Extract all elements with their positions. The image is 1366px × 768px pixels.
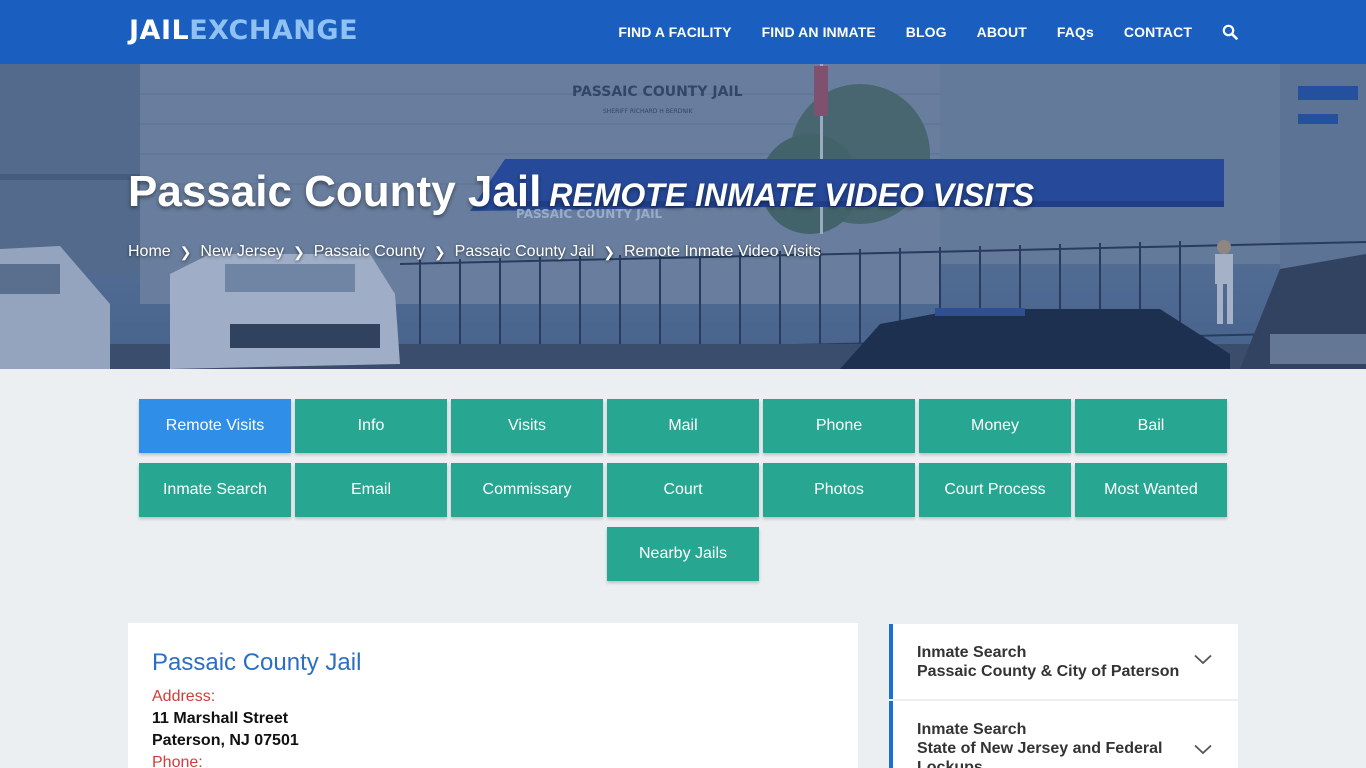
- btn-mail[interactable]: Mail: [607, 399, 759, 453]
- btn-photos[interactable]: Photos: [763, 463, 915, 517]
- address-line-2: Paterson, NJ 07501: [152, 732, 299, 749]
- page-title-sub: REMOTE INMATE VIDEO VISITS: [549, 177, 1035, 213]
- page-title: Passaic County Jail REMOTE INMATE VIDEO V…: [128, 167, 1034, 217]
- breadcrumb-current: Remote Inmate Video Visits: [624, 243, 821, 260]
- sidebar-item-title: Inmate Search: [917, 644, 1027, 661]
- sidebar-accordion-state-search[interactable]: Inmate Search State of New Jersey and Fe…: [889, 701, 1238, 768]
- nav-contact[interactable]: CONTACT: [1124, 24, 1192, 40]
- btn-info[interactable]: Info: [295, 399, 447, 453]
- hero-banner: PASSAIC COUNTY JAIL SHERIFF RICHARD H BE…: [0, 64, 1366, 369]
- btn-commissary[interactable]: Commissary: [451, 463, 603, 517]
- nav-find-inmate[interactable]: FIND AN INMATE: [762, 24, 876, 40]
- search-icon[interactable]: [1222, 24, 1238, 40]
- breadcrumb-county[interactable]: Passaic County: [314, 243, 425, 261]
- sidebar-item-title: Inmate Search: [917, 721, 1027, 738]
- breadcrumb-facility[interactable]: Passaic County Jail: [455, 243, 595, 261]
- btn-visits[interactable]: Visits: [451, 399, 603, 453]
- page-title-main: Passaic County Jail: [128, 167, 542, 216]
- nav-about[interactable]: ABOUT: [977, 24, 1027, 40]
- phone-label: Phone:: [152, 754, 203, 768]
- logo-text-jail: JAIL: [129, 15, 190, 46]
- chevron-right-icon: ❯: [293, 243, 305, 260]
- nav-find-facility[interactable]: FIND A FACILITY: [618, 24, 731, 40]
- btn-money[interactable]: Money: [919, 399, 1071, 453]
- btn-court-process[interactable]: Court Process: [919, 463, 1071, 517]
- breadcrumb: Home ❯ New Jersey ❯ Passaic County ❯ Pas…: [128, 243, 821, 261]
- facility-name: Passaic County Jail: [152, 649, 362, 676]
- breadcrumb-home[interactable]: Home: [128, 243, 171, 261]
- top-navbar: JAILEXCHANGE FIND A FACILITY FIND AN INM…: [0, 0, 1366, 64]
- btn-email[interactable]: Email: [295, 463, 447, 517]
- main-nav: FIND A FACILITY FIND AN INMATE BLOG ABOU…: [588, 0, 1238, 64]
- logo-text-exchange: EXCHANGE: [189, 15, 359, 46]
- chevron-down-icon[interactable]: [1194, 742, 1212, 760]
- chevron-right-icon: ❯: [179, 243, 192, 260]
- btn-phone[interactable]: Phone: [763, 399, 915, 453]
- btn-most-wanted[interactable]: Most Wanted: [1075, 463, 1227, 517]
- nav-faqs[interactable]: FAQs: [1057, 24, 1094, 40]
- sidebar-accordion-county-search[interactable]: Inmate Search Passaic County & City of P…: [889, 624, 1238, 699]
- btn-nearby-jails[interactable]: Nearby Jails: [607, 527, 759, 581]
- address-line-1: 11 Marshall Street: [152, 710, 289, 727]
- sidebar-item-subtitle: State of New Jersey and Federal Lockups: [917, 740, 1163, 768]
- btn-court[interactable]: Court: [607, 463, 759, 517]
- site-logo[interactable]: JAILEXCHANGE: [129, 15, 358, 46]
- chevron-right-icon: ❯: [433, 243, 446, 260]
- btn-inmate-search[interactable]: Inmate Search: [139, 463, 291, 517]
- chevron-right-icon: ❯: [603, 243, 615, 260]
- nav-blog[interactable]: BLOG: [906, 24, 947, 40]
- btn-remote-visits[interactable]: Remote Visits: [139, 399, 291, 453]
- sidebar-item-subtitle: Passaic County & City of Paterson: [917, 663, 1180, 680]
- chevron-down-icon[interactable]: [1194, 652, 1212, 670]
- btn-bail[interactable]: Bail: [1075, 399, 1227, 453]
- address-label: Address:: [152, 688, 216, 705]
- facility-info-card: Passaic County Jail Address: 11 Marshall…: [128, 623, 858, 768]
- breadcrumb-state[interactable]: New Jersey: [200, 243, 284, 261]
